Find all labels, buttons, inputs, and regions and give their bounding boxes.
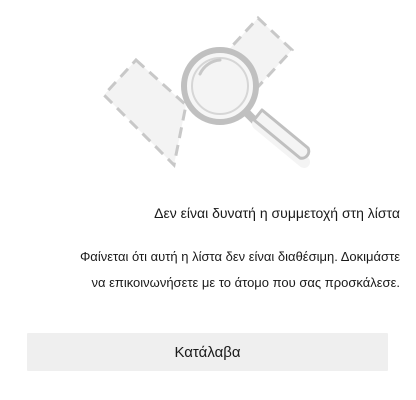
- got-it-button[interactable]: Κατάλαβα: [27, 333, 388, 371]
- dashed-list-placeholder-left: [101, 57, 188, 169]
- magnifier-search-icon: [101, 15, 311, 169]
- dialog-title: Δεν είναι δυνατή η συμμετοχή στη λίστα: [154, 205, 400, 221]
- dialog-message: Φαίνεται ότι αυτή η λίστα δεν είναι διαθ…: [20, 244, 400, 296]
- dialog-message-line: να επικοινωνήσετε με το άτομο που σας πρ…: [91, 275, 400, 290]
- magnifier-handle: [243, 108, 311, 168]
- not-found-illustration: [96, 10, 320, 180]
- magnifier-glass: [181, 47, 259, 125]
- dialog-message-line: Φαίνεται ότι αυτή η λίστα δεν είναι διαθ…: [79, 249, 400, 264]
